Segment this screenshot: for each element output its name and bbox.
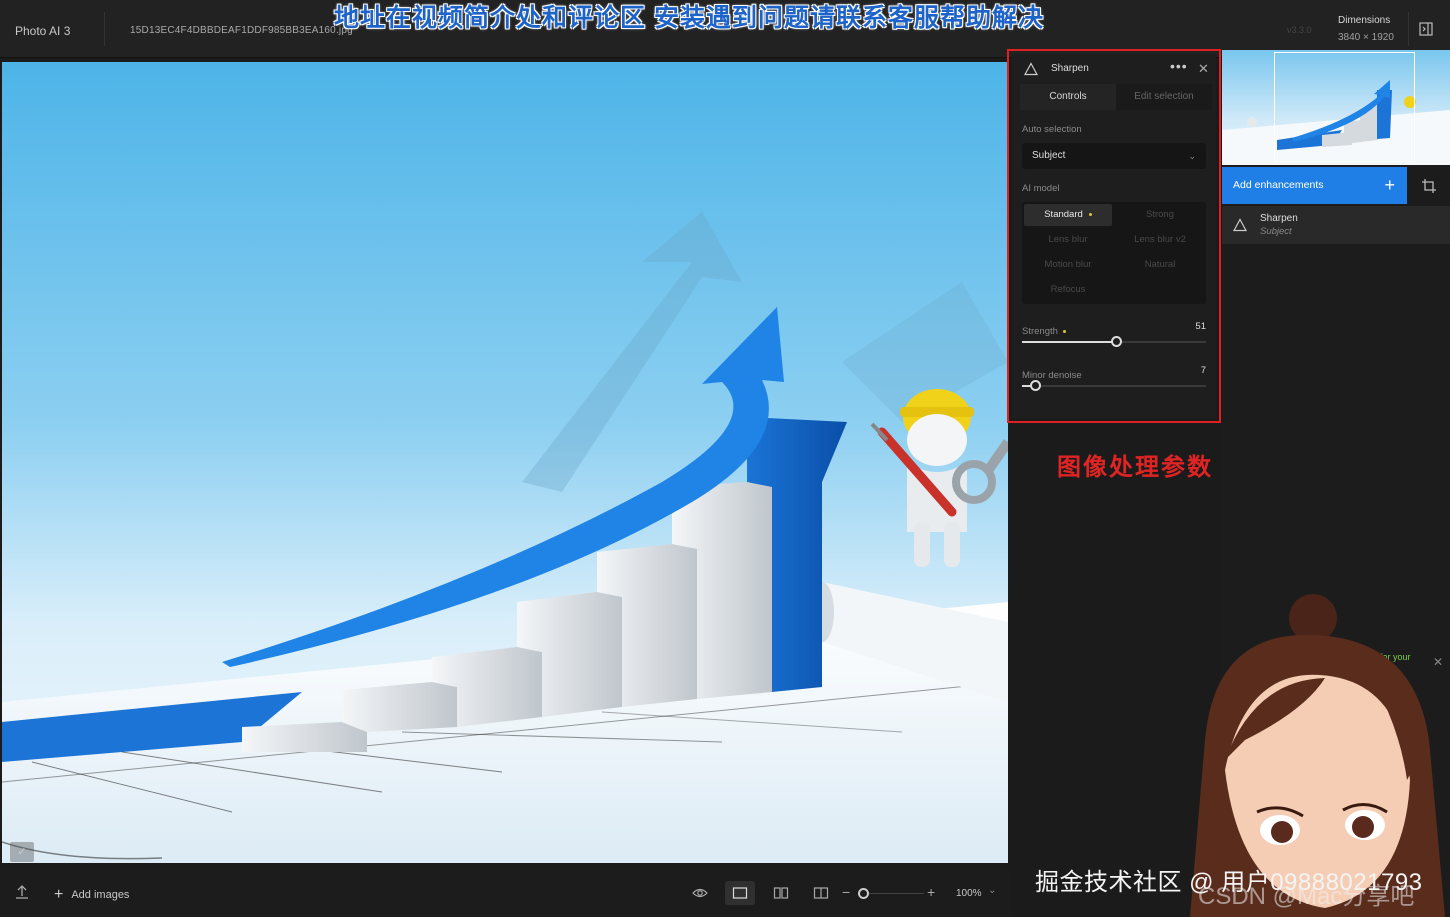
single-view-button[interactable] [725,881,755,905]
add-images-button[interactable]: + Add images [54,886,129,904]
model-option-motion-blur[interactable]: Motion blur [1024,254,1112,276]
app-name: Photo AI 3 [15,24,71,38]
strength-fill [1022,341,1116,343]
image-thumbnail[interactable] [1222,50,1450,165]
annotation-label: 图像处理参数 [1057,454,1213,481]
split-view-icon [813,887,829,899]
tab-controls[interactable]: Controls [1020,84,1116,110]
model-option-lens-blur[interactable]: Lens blur [1024,229,1112,251]
active-dot-icon [1062,329,1066,333]
enhancement-sub: Subject [1260,226,1292,237]
add-images-label: Add images [71,889,130,901]
strength-knob[interactable] [1111,336,1122,347]
auto-selection-select[interactable]: Subject ⌄ [1022,143,1206,169]
plus-icon: + [1384,175,1395,195]
auto-selection-value: Subject [1032,150,1066,161]
sharpen-panel: Sharpen ••• ✕ Controls Edit selection Au… [1012,54,1216,418]
dimensions-value: 3840 × 1920 [1338,32,1394,43]
preview-eye-button[interactable] [689,884,711,902]
file-name: 15D13EC4F4DBBDEAF1DDF985BB3EA160.jpg [130,25,353,36]
minor-denoise-track[interactable] [1022,380,1206,391]
zoom-value[interactable]: 100% [956,888,982,899]
enhancement-name: Sharpen [1260,213,1298,224]
dimensions-label: Dimensions [1338,15,1391,26]
model-option-natural[interactable]: Natural [1116,254,1204,276]
enhancement-item-sharpen[interactable]: Sharpen Subject [1222,206,1450,244]
strength-label: Strength [1022,326,1066,337]
bottom-toolbar: + Add images − + 100% ⌄ [0,870,1010,917]
promo-banner: 地址在视频简介处和评论区 安装遇到问题请联系客服帮助解决 [334,4,1044,32]
model-option-standard[interactable]: Standard [1024,204,1112,226]
ai-model-grid: Standard Strong Lens blur Lens blur v2 M… [1022,202,1206,304]
panel-title: Sharpen [1051,63,1089,74]
strength-slider[interactable]: Strength 51 [1022,321,1206,347]
panel-tabs: Controls Edit selection [1020,84,1212,110]
sharpen-triangle-icon [1024,62,1038,76]
active-dot-icon [1088,212,1092,216]
chevron-down-icon[interactable]: ⌄ [988,885,996,896]
zoom-slider-knob[interactable] [858,888,869,899]
auto-selection-label: Auto selection [1022,124,1082,135]
side-by-side-button[interactable] [770,884,792,902]
chevron-down-icon: ⌄ [1188,151,1196,161]
export-icon[interactable] [14,884,32,902]
close-icon[interactable]: ✕ [1198,61,1209,77]
sharpen-triangle-icon [1233,218,1247,232]
model-option-strong[interactable]: Strong [1116,204,1204,226]
more-icon[interactable]: ••• [1170,58,1188,74]
single-view-icon [732,887,748,899]
add-enhancements-label: Add enhancements [1233,179,1324,191]
version-label: v3.3.0 [1287,25,1312,35]
minor-denoise-label: Minor denoise [1022,370,1082,381]
tab-edit-selection[interactable]: Edit selection [1116,84,1212,110]
watermark-text-secondary: CSDN @Mac分享吧 [1198,883,1415,910]
crop-icon [1421,178,1436,193]
compare-check-icon[interactable]: ✓ [10,842,34,862]
minor-denoise-value: 7 [1200,365,1206,376]
strength-track[interactable] [1022,336,1206,347]
minor-denoise-slider[interactable]: Minor denoise 7 [1022,365,1206,391]
add-enhancements-button[interactable]: Add enhancements + [1222,167,1407,204]
model-option-lens-blur-v2[interactable]: Lens blur v2 [1116,229,1204,251]
eye-icon [692,888,708,898]
panel-header: Sharpen ••• ✕ [1012,54,1216,84]
thumbnail-viewport-frame [1274,52,1415,162]
image-canvas[interactable]: ✓ [2,62,1008,863]
strength-value: 51 [1195,321,1206,332]
panel-toggle-button[interactable] [1408,12,1442,46]
minor-denoise-knob[interactable] [1030,380,1041,391]
model-option-refocus[interactable]: Refocus [1024,279,1112,301]
side-by-side-icon [773,887,789,899]
ai-model-label: AI model [1022,183,1060,194]
model-option-label: Standard [1044,209,1083,220]
zoom-out-icon[interactable]: − [842,884,850,900]
preview-image [2,212,1008,863]
zoom-in-icon[interactable]: + [927,884,935,900]
crop-button[interactable] [1407,167,1450,204]
top-bar-divider [104,12,105,46]
panel-layout-icon [1418,22,1433,36]
split-view-button[interactable] [810,884,832,902]
plus-icon: + [54,886,64,903]
